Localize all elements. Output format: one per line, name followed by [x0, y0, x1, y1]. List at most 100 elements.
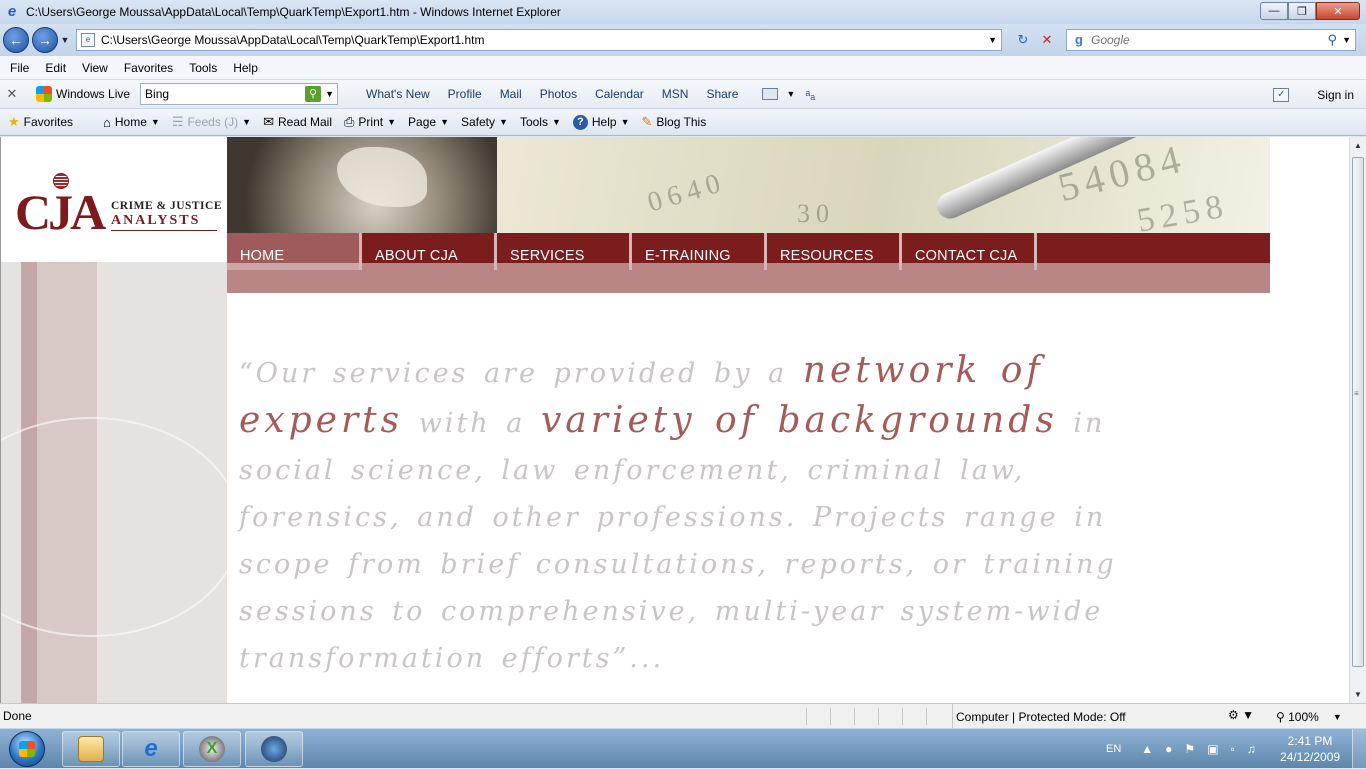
safety-menu-button[interactable]: Safety ▼ — [461, 115, 508, 129]
services-quote: “Our services are provided by a network … — [239, 347, 1169, 682]
nav-home[interactable]: HOME — [227, 233, 362, 270]
bing-dropdown-icon[interactable]: ▼ — [325, 89, 334, 99]
bing-search-input[interactable] — [141, 87, 302, 101]
taskbar-xbox[interactable]: X — [183, 731, 241, 767]
site-logo[interactable]: CJA CRIME & JUSTICE ANALYSTS — [1, 137, 227, 262]
menu-view[interactable]: View — [74, 61, 116, 75]
bing-search-box[interactable]: ⚲ ▼ — [140, 83, 339, 105]
show-hidden-icons[interactable]: ▲ — [1141, 742, 1153, 756]
scroll-down-icon[interactable]: ▼ — [1350, 686, 1366, 703]
protected-mode-icon[interactable]: ⚙ ▼ — [1228, 708, 1254, 722]
home-label: Home — [114, 115, 147, 129]
help-menu-button[interactable]: ? Help ▼ — [572, 114, 629, 130]
close-button[interactable]: ✕ — [1316, 2, 1360, 20]
search-icon[interactable]: ⚲ — [1327, 32, 1337, 48]
toolbar-options-dropdown-icon[interactable]: ▼ — [786, 89, 795, 99]
address-dropdown-icon[interactable]: ▼ — [988, 35, 997, 45]
search-input[interactable] — [1091, 33, 1311, 47]
link-whats-new[interactable]: What's New — [366, 87, 430, 101]
quote-part-1: “Our services are provided by a — [239, 358, 788, 389]
bing-search-icon[interactable]: ⚲ — [305, 86, 322, 102]
nav-contact[interactable]: CONTACT CJA — [902, 233, 1037, 270]
taskbar-explorer[interactable] — [62, 731, 120, 767]
blog-icon: ✎ — [641, 114, 653, 129]
nav-about[interactable]: ABOUT CJA — [362, 233, 497, 270]
url-input[interactable] — [101, 33, 981, 47]
explorer-icon — [78, 736, 104, 762]
action-center-icon[interactable]: ⚑ — [1184, 742, 1195, 756]
forward-button[interactable]: → — [32, 27, 58, 53]
feeds-dropdown-icon[interactable]: ▼ — [242, 117, 251, 127]
vertical-scrollbar[interactable]: ▲ ≡ ▼ — [1349, 137, 1366, 703]
windows-live-label: Windows Live — [56, 87, 131, 101]
nav-services[interactable]: SERVICES — [497, 233, 632, 270]
home-icon: ⌂ — [103, 114, 111, 130]
sign-in-link[interactable]: Sign in — [1317, 88, 1354, 102]
address-bar[interactable]: e ▼ — [76, 29, 1002, 51]
header-banner: 54084 5258 0640 30 — [227, 137, 1270, 233]
link-profile[interactable]: Profile — [448, 87, 482, 101]
print-dropdown-icon[interactable]: ▼ — [387, 117, 396, 127]
taskbar-internet-explorer[interactable]: e — [122, 731, 180, 767]
wl-right: ✓ Sign in — [1273, 80, 1354, 109]
security-zone-label: Computer | Protected Mode: Off — [956, 709, 1126, 724]
home-button[interactable]: ⌂ Home ▼ — [103, 115, 160, 130]
mail-icon: ✉ — [263, 114, 274, 129]
recent-pages-dropdown[interactable]: ▼ — [58, 35, 72, 45]
zoom-control[interactable]: ⚲ 100% ▼ — [1276, 704, 1342, 729]
maximize-button[interactable]: ❐ — [1288, 2, 1316, 20]
translate-icon[interactable]: ᵃₐ — [805, 87, 815, 102]
menu-edit[interactable]: Edit — [37, 61, 74, 75]
page-menu-button[interactable]: Page ▼ — [408, 115, 449, 129]
blog-this-button[interactable]: ✎ Blog This — [641, 114, 706, 130]
link-photos[interactable]: Photos — [540, 87, 577, 101]
show-desktop-button[interactable] — [1352, 729, 1366, 769]
minimize-button[interactable]: — — [1260, 2, 1288, 20]
feeds-button[interactable]: ☴ Feeds (J) ▼ — [172, 114, 251, 130]
menu-favorites[interactable]: Favorites — [116, 61, 181, 75]
page-icon: e — [81, 33, 95, 47]
link-share[interactable]: Share — [706, 87, 738, 101]
link-msn[interactable]: MSN — [662, 87, 689, 101]
zoom-dropdown-icon[interactable]: ▼ — [1333, 712, 1342, 722]
taskbar-camera[interactable] — [245, 731, 303, 767]
star-icon: ★ — [8, 114, 20, 129]
messenger-icon[interactable]: ● — [1165, 742, 1172, 756]
nav-resources[interactable]: RESOURCES — [767, 233, 902, 270]
clock-date: 24/12/2009 — [1280, 750, 1341, 764]
stop-button[interactable]: ✕ — [1036, 29, 1058, 51]
menu-file[interactable]: File — [0, 61, 37, 75]
toolbar-close-icon[interactable]: ✕ — [0, 86, 24, 102]
start-button[interactable] — [2, 730, 52, 768]
link-calendar[interactable]: Calendar — [595, 87, 644, 101]
volume-icon[interactable]: ♫ — [1247, 742, 1256, 756]
language-indicator[interactable]: EN — [1106, 743, 1121, 755]
windows-flag-icon — [19, 741, 35, 757]
read-mail-button[interactable]: ✉ Read Mail — [263, 114, 332, 130]
nav-e-training[interactable]: E-TRAINING — [632, 233, 767, 270]
print-button[interactable]: ⎙ Print ▼ — [344, 114, 396, 130]
menu-help[interactable]: Help — [225, 61, 266, 75]
menu-tools[interactable]: Tools — [181, 61, 225, 75]
favorites-button[interactable]: ★ Favorites — [8, 114, 73, 130]
search-options-icon[interactable]: ▼ — [1342, 35, 1351, 45]
checklist-icon[interactable]: ✓ — [1273, 87, 1290, 102]
windows-live-brand[interactable]: Windows Live — [36, 86, 130, 102]
page-viewport: CJA CRIME & JUSTICE ANALYSTS 54084 5258 … — [0, 137, 1349, 703]
security-zone[interactable]: Computer | Protected Mode: Off — [952, 704, 1126, 729]
link-mail[interactable]: Mail — [500, 87, 522, 101]
device-icon[interactable]: ▣ — [1207, 742, 1218, 756]
back-button[interactable]: ← — [3, 27, 29, 53]
nav-contact-label: CONTACT CJA — [915, 248, 1018, 264]
home-dropdown-icon[interactable]: ▼ — [151, 117, 160, 127]
xbox-icon: X — [199, 736, 225, 762]
scroll-thumb[interactable] — [1352, 157, 1364, 667]
refresh-button[interactable]: ↻ — [1012, 29, 1034, 51]
clock[interactable]: 2:41 PM 24/12/2009 — [1280, 733, 1340, 765]
quote-highlight-2: variety of backgrounds — [540, 400, 1058, 441]
tools-menu-button[interactable]: Tools ▼ — [520, 115, 561, 129]
scroll-up-icon[interactable]: ▲ — [1350, 137, 1366, 154]
toolbar-options-icon[interactable] — [762, 88, 779, 100]
network-icon[interactable]: ▫ — [1231, 742, 1235, 756]
search-box[interactable]: g ⚲ ▼ — [1066, 29, 1356, 51]
